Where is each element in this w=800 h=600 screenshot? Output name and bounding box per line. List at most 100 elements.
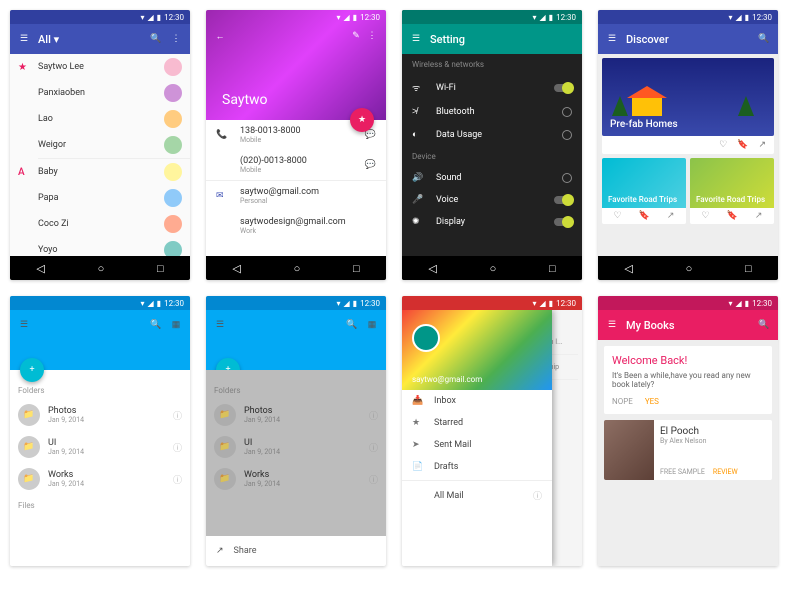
search-icon[interactable]: 🔍 [150, 33, 162, 45]
setting-sound[interactable]: 🔊Sound [402, 167, 582, 189]
edit-icon[interactable]: ✎ [350, 30, 362, 42]
contact-row[interactable]: Weigor [10, 132, 190, 158]
home-icon[interactable]: ○ [98, 262, 105, 275]
setting-data[interactable]: ◐Data Usage [402, 123, 582, 146]
bookmark-icon[interactable]: 🔖 [639, 211, 650, 221]
page-title: Setting [430, 33, 574, 46]
folder-row[interactable]: 📁UIJan 9, 2014ⓘ [18, 431, 182, 463]
search-icon[interactable]: 🔍 [150, 319, 162, 331]
book-card[interactable]: El Pooch By Alex Nelson FREE SAMPLEREVIE… [604, 420, 772, 480]
contact-row[interactable]: ★Saytwo Lee [10, 54, 190, 80]
welcome-title: Welcome Back! [612, 354, 764, 367]
avatar [164, 110, 182, 128]
contact-row[interactable]: Coco Zi [10, 211, 190, 237]
section-header: Folders [18, 386, 182, 395]
email-row[interactable]: saytwodesign@gmail.comWork [206, 211, 386, 241]
menu-icon[interactable]: ☰ [410, 33, 422, 45]
inbox-icon: 📥 [412, 396, 424, 406]
radio[interactable] [562, 107, 572, 117]
heart-icon[interactable]: ♡ [702, 211, 710, 221]
wifi-icon: ▾ [141, 13, 145, 22]
more-icon[interactable]: ⋮ [170, 33, 182, 45]
radio[interactable] [562, 173, 572, 183]
back-icon[interactable]: ← [214, 30, 226, 42]
bookmark-icon[interactable]: 🔖 [737, 140, 748, 150]
contact-row[interactable]: Lao [10, 106, 190, 132]
setting-display[interactable]: ✺Display [402, 211, 582, 233]
card-trips[interactable]: Favorite Road Trips♡🔖↗ [690, 158, 774, 224]
share-icon[interactable]: ↗ [667, 211, 675, 221]
draft-icon: 📄 [412, 462, 424, 472]
toggle[interactable] [554, 84, 572, 92]
share-icon[interactable]: ↗ [755, 211, 763, 221]
app-bar: ☰ All ▾ 🔍 ⋮ [10, 24, 190, 54]
drawer-drafts[interactable]: 📄Drafts [402, 456, 552, 478]
phone-row[interactable]: (020)-0013-8000Mobile💬 [206, 150, 386, 180]
message-icon[interactable]: 💬 [365, 130, 376, 140]
info-icon[interactable]: ⓘ [173, 473, 182, 486]
card-prefab[interactable]: Pre-fab Homes [602, 58, 774, 136]
bluetooth-icon: ≯ [412, 106, 426, 117]
setting-bluetooth[interactable]: ≯Bluetooth [402, 100, 582, 123]
back-icon[interactable]: ◁ [232, 262, 240, 275]
menu-icon[interactable]: ☰ [606, 319, 618, 331]
menu-icon[interactable]: ☰ [214, 319, 226, 331]
contact-row[interactable]: Papa [10, 185, 190, 211]
battery-icon: ▮ [157, 13, 161, 22]
drawer-sent[interactable]: ➤Sent Mail [402, 434, 552, 456]
drawer-starred[interactable]: ★Starred [402, 412, 552, 434]
bottom-sheet: ↗Share [206, 536, 386, 566]
grid-icon[interactable]: ▦ [366, 319, 378, 331]
back-icon[interactable]: ◁ [36, 262, 44, 275]
drawer-inbox[interactable]: 📥Inbox [402, 390, 552, 412]
contact-name: Saytwo [222, 92, 268, 108]
free-sample-button[interactable]: FREE SAMPLE [660, 468, 705, 476]
heart-icon[interactable]: ♡ [719, 140, 727, 150]
drawer-allmail[interactable]: All Mailⓘ [402, 483, 552, 508]
more-icon[interactable]: ⋮ [366, 30, 378, 42]
review-button[interactable]: REVIEW [713, 468, 738, 476]
section-header: Wireless & networks [402, 54, 582, 75]
home-icon[interactable]: ○ [294, 262, 301, 275]
nope-button[interactable]: NOPE [612, 397, 633, 406]
search-icon[interactable]: 🔍 [758, 33, 770, 45]
grid-icon[interactable]: ▦ [170, 319, 182, 331]
section-header: Files [18, 501, 182, 510]
email-row[interactable]: ✉saytwo@gmail.comPersonal [206, 181, 386, 211]
welcome-card: Welcome Back! It's Been a while,have you… [604, 346, 772, 414]
info-icon[interactable]: ⓘ [173, 441, 182, 454]
avatar [164, 136, 182, 154]
menu-icon[interactable]: ☰ [18, 33, 30, 45]
recent-icon[interactable]: □ [157, 262, 164, 275]
page-title[interactable]: All ▾ [38, 33, 142, 46]
radio[interactable] [562, 130, 572, 140]
setting-wifi[interactable]: ᯤWi-Fi [402, 75, 582, 100]
message-icon[interactable]: 💬 [365, 160, 376, 170]
yes-button[interactable]: YES [645, 397, 659, 406]
drawer-header[interactable]: saytwo@gmail.com [402, 310, 552, 390]
recent-icon[interactable]: □ [353, 262, 360, 275]
toggle[interactable] [554, 196, 572, 204]
account-email: saytwo@gmail.com [412, 375, 482, 384]
search-icon[interactable]: 🔍 [346, 319, 358, 331]
info-icon[interactable]: ⓘ [533, 489, 542, 502]
menu-icon[interactable]: ☰ [606, 33, 618, 45]
card-trips[interactable]: Favorite Road Trips♡🔖↗ [602, 158, 686, 224]
toggle[interactable] [554, 218, 572, 226]
share-icon[interactable]: ↗ [758, 140, 766, 150]
menu-icon[interactable]: ☰ [18, 319, 30, 331]
sheet-share[interactable]: ↗Share [216, 542, 376, 560]
avatar [164, 215, 182, 233]
setting-voice[interactable]: 🎤Voice [402, 189, 582, 211]
search-icon[interactable]: 🔍 [758, 319, 770, 331]
heart-icon[interactable]: ♡ [614, 211, 622, 221]
bookmark-icon[interactable]: 🔖 [727, 211, 738, 221]
folder-row[interactable]: 📁PhotosJan 9, 2014ⓘ [18, 399, 182, 431]
contact-row[interactable]: ABaby [10, 159, 190, 185]
folder-row[interactable]: 📁WorksJan 9, 2014ⓘ [18, 463, 182, 495]
contact-row[interactable]: Panxiaoben [10, 80, 190, 106]
contact-row[interactable]: Yoyo [10, 237, 190, 256]
avatar [164, 163, 182, 181]
info-icon[interactable]: ⓘ [173, 409, 182, 422]
favorite-fab[interactable]: ★ [350, 108, 374, 132]
